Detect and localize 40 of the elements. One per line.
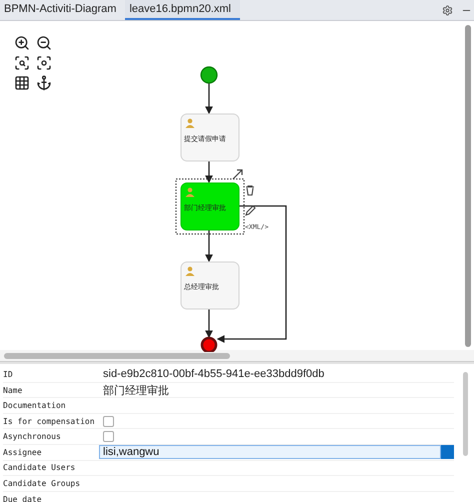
assignee-field[interactable]: lisi,wangwu xyxy=(99,445,441,460)
flow-arrow xyxy=(205,83,213,114)
flow-arrow xyxy=(205,161,213,184)
zoom-in-icon[interactable] xyxy=(14,35,30,51)
property-label: Documentation xyxy=(3,400,67,410)
zoom-out-icon[interactable] xyxy=(36,35,52,51)
property-label: Is for compensation xyxy=(3,416,96,426)
property-label: Due date xyxy=(3,494,43,502)
selection-outline xyxy=(176,178,244,234)
property-value: sid-e9b2c810-00bf-4b55-941e-ee33bdd9f0db xyxy=(102,368,326,380)
trash-icon[interactable] xyxy=(245,185,255,196)
pencil-icon[interactable] xyxy=(245,205,256,216)
checkbox[interactable] xyxy=(103,431,114,442)
flow-arrow xyxy=(205,230,213,262)
property-label: Assignee xyxy=(3,448,43,457)
start-event[interactable] xyxy=(200,66,218,84)
tab[interactable]: leave16.bpmn20.xml xyxy=(125,0,240,20)
arrow-icon[interactable] xyxy=(232,169,243,180)
checkbox[interactable] xyxy=(103,416,114,427)
tab[interactable]: BPMN-Activiti-Diagram xyxy=(0,0,126,20)
flow-arrow xyxy=(205,309,213,338)
person-icon xyxy=(186,266,194,276)
property-label: Name xyxy=(3,386,24,395)
scrollbar[interactable] xyxy=(465,25,471,347)
property-label: ID xyxy=(3,370,14,379)
scrollbar[interactable] xyxy=(463,372,468,456)
end-event[interactable] xyxy=(200,336,218,352)
person-icon xyxy=(186,188,194,197)
property-label: Asynchronous xyxy=(3,432,62,442)
scrollbar[interactable] xyxy=(4,352,230,358)
grid-icon[interactable] xyxy=(14,75,30,91)
property-value: 部门经理审批 xyxy=(102,384,170,398)
property-label: Candidate Users xyxy=(3,463,76,472)
center-icon[interactable] xyxy=(36,55,52,71)
field-button[interactable] xyxy=(441,445,454,460)
zoom-fit-icon[interactable] xyxy=(14,55,30,71)
person-icon xyxy=(186,118,194,128)
settings-icon[interactable] xyxy=(442,4,453,16)
anchor-icon[interactable] xyxy=(36,75,52,91)
property-label: Candidate Groups xyxy=(3,478,82,488)
